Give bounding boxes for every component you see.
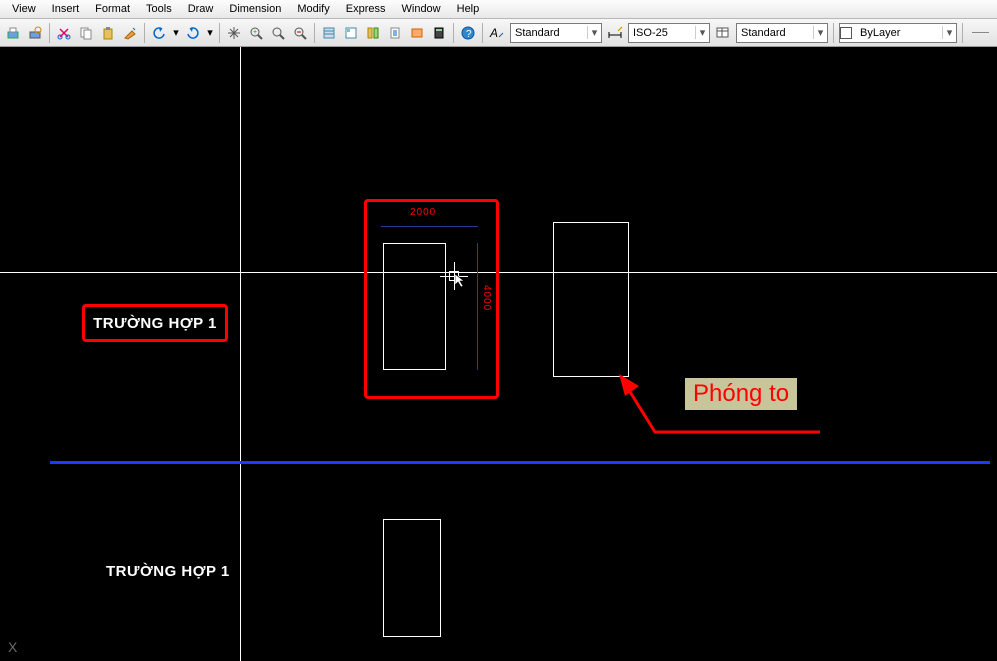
match-properties-icon[interactable]: [120, 23, 140, 43]
redo-icon[interactable]: [183, 23, 203, 43]
chevron-down-icon[interactable]: ▾: [587, 26, 601, 39]
table-style-value: Standard: [737, 27, 813, 39]
undo-icon[interactable]: [149, 23, 169, 43]
dim-style-icon[interactable]: [605, 23, 625, 43]
svg-text:?: ?: [466, 29, 472, 40]
ucs-x-mark: X: [8, 639, 17, 655]
design-center-icon[interactable]: [341, 23, 361, 43]
redo-dropdown-icon[interactable]: ▾: [205, 23, 215, 43]
tool-palettes-icon[interactable]: [363, 23, 383, 43]
svg-text:+: +: [253, 29, 257, 36]
chevron-down-icon[interactable]: ▾: [813, 26, 827, 39]
separator: [482, 23, 483, 43]
case-1b-label: TRƯỜNG HỢP 1: [106, 563, 230, 580]
layer-value: ByLayer: [856, 27, 942, 39]
text-style-combo[interactable]: Standard▾: [510, 23, 602, 43]
chevron-down-icon[interactable]: ▾: [942, 26, 956, 39]
section-divider-line: [50, 461, 990, 464]
menu-express[interactable]: Express: [338, 1, 394, 17]
table-style-combo[interactable]: Standard▾: [736, 23, 828, 43]
menu-draw[interactable]: Draw: [180, 1, 222, 17]
dim-line-right: [477, 243, 478, 370]
menu-bar: View Insert Format Tools Draw Dimension …: [0, 0, 997, 19]
properties-icon[interactable]: [319, 23, 339, 43]
separator: [453, 23, 454, 43]
zoom-window-icon[interactable]: [268, 23, 288, 43]
plot-preview-icon[interactable]: [25, 23, 45, 43]
drawing-canvas[interactable]: TRƯỜNG HỢP 1 TRƯỜNG HỢP 1 2000 4000 Phón…: [0, 47, 997, 661]
dim-height-text: 4000: [481, 285, 492, 311]
dim-style-combo[interactable]: ISO-25▾: [628, 23, 710, 43]
chevron-down-icon[interactable]: ▾: [695, 26, 709, 39]
layer-color-combo[interactable]: ByLayer▾: [839, 23, 957, 43]
dim-width-text: 2000: [410, 207, 436, 218]
separator: [962, 23, 963, 43]
help-icon[interactable]: ?: [458, 23, 478, 43]
layer-swatch-icon: [840, 27, 852, 39]
separator: [49, 23, 50, 43]
menu-modify[interactable]: Modify: [289, 1, 337, 17]
case-1-label-box: TRƯỜNG HỢP 1: [82, 304, 228, 342]
separator: [219, 23, 220, 43]
sheet-set-icon[interactable]: [385, 23, 405, 43]
menu-window[interactable]: Window: [394, 1, 449, 17]
zoom-realtime-icon[interactable]: +: [246, 23, 266, 43]
svg-text:A: A: [489, 26, 498, 40]
main-toolbar: ▾ ▾ + ? A Standard▾ ISO-25▾ Standard▾ By…: [0, 19, 997, 47]
paste-icon[interactable]: [98, 23, 118, 43]
text-style-icon[interactable]: A: [487, 23, 507, 43]
markup-icon[interactable]: [407, 23, 427, 43]
lineweight-preview: [972, 32, 989, 33]
text-style-value: Standard: [511, 27, 587, 39]
menu-format[interactable]: Format: [87, 1, 138, 17]
cut-icon[interactable]: [54, 23, 74, 43]
enlarged-rectangle: [553, 222, 629, 377]
zoom-previous-icon[interactable]: [290, 23, 310, 43]
separator: [314, 23, 315, 43]
annotation-arrow: [615, 372, 830, 437]
table-style-icon[interactable]: [713, 23, 733, 43]
crosshair-vertical: [240, 47, 241, 463]
calculator-icon[interactable]: [429, 23, 449, 43]
menu-insert[interactable]: Insert: [44, 1, 88, 17]
separator: [833, 23, 834, 43]
pan-icon[interactable]: [224, 23, 244, 43]
menu-tools[interactable]: Tools: [138, 1, 180, 17]
case-1-label: TRƯỜNG HỢP 1: [93, 315, 217, 332]
plot-icon[interactable]: [3, 23, 23, 43]
menu-view[interactable]: View: [4, 1, 44, 17]
lower-rectangle: [383, 519, 441, 637]
dim-line-top: [381, 226, 478, 227]
guide-vertical-lower: [240, 464, 241, 661]
dim-style-value: ISO-25: [629, 27, 695, 39]
undo-dropdown-icon[interactable]: ▾: [171, 23, 181, 43]
separator: [144, 23, 145, 43]
copy-icon[interactable]: [76, 23, 96, 43]
original-rectangle: [383, 243, 446, 370]
menu-help[interactable]: Help: [449, 1, 488, 17]
menu-dimension[interactable]: Dimension: [221, 1, 289, 17]
